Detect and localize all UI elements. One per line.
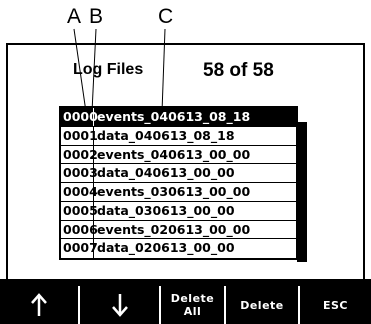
arrow-up-icon <box>31 293 47 316</box>
file-number: 0003 <box>63 164 98 182</box>
list-item[interactable]: 0003 data_040613_00_00 <box>61 164 296 183</box>
list-item[interactable]: 0007 data_020613_00_00 <box>61 239 296 258</box>
file-name: events_020613_00_00 <box>97 221 251 237</box>
arrow-down-icon <box>111 294 128 317</box>
list-item[interactable]: 0005 data_030613_00_00 <box>61 201 296 221</box>
file-name: data_040613_08_18 <box>97 127 235 143</box>
callout-b: B <box>89 5 104 28</box>
page-title: Log Files <box>73 61 144 78</box>
callout-a: A <box>67 5 82 28</box>
list-item[interactable]: 0006 events_020613_00_00 <box>61 220 296 240</box>
file-number: 0002 <box>63 145 98 164</box>
list-item[interactable]: 0004 events_030613_00_00 <box>61 183 296 202</box>
file-number: 0006 <box>63 220 98 239</box>
delete-button[interactable]: Delete <box>226 286 298 324</box>
file-name: data_020613_00_00 <box>97 240 235 256</box>
file-name: data_030613_00_00 <box>97 202 235 218</box>
callout-c: C <box>158 5 174 28</box>
list-item[interactable]: 0002 events_040613_00_00 <box>61 145 296 165</box>
file-number: 0001 <box>63 126 98 145</box>
scroll-down-button[interactable] <box>80 286 159 324</box>
file-name: data_040613_00_00 <box>97 165 235 181</box>
delete-all-button[interactable]: Delete All <box>161 286 224 324</box>
file-number: 0004 <box>63 183 98 201</box>
file-number: 0000 <box>63 108 98 126</box>
list-item[interactable]: 0001 data_040613_08_18 <box>61 126 296 146</box>
esc-button[interactable]: ESC <box>300 286 371 324</box>
list-scrollbar[interactable] <box>297 122 307 262</box>
file-name: events_040613_00_00 <box>97 146 251 162</box>
log-file-list: 0000 events_040613_08_18 0001 data_04061… <box>59 106 298 260</box>
file-number: 0005 <box>63 201 98 220</box>
file-count: 58 of 58 <box>203 60 274 81</box>
scroll-up-button[interactable] <box>0 286 78 324</box>
list-item[interactable]: 0000 events_040613_08_18 <box>61 108 296 127</box>
file-name: events_040613_08_18 <box>97 109 251 124</box>
file-name: events_030613_00_00 <box>97 184 251 199</box>
file-number: 0007 <box>61 239 98 258</box>
